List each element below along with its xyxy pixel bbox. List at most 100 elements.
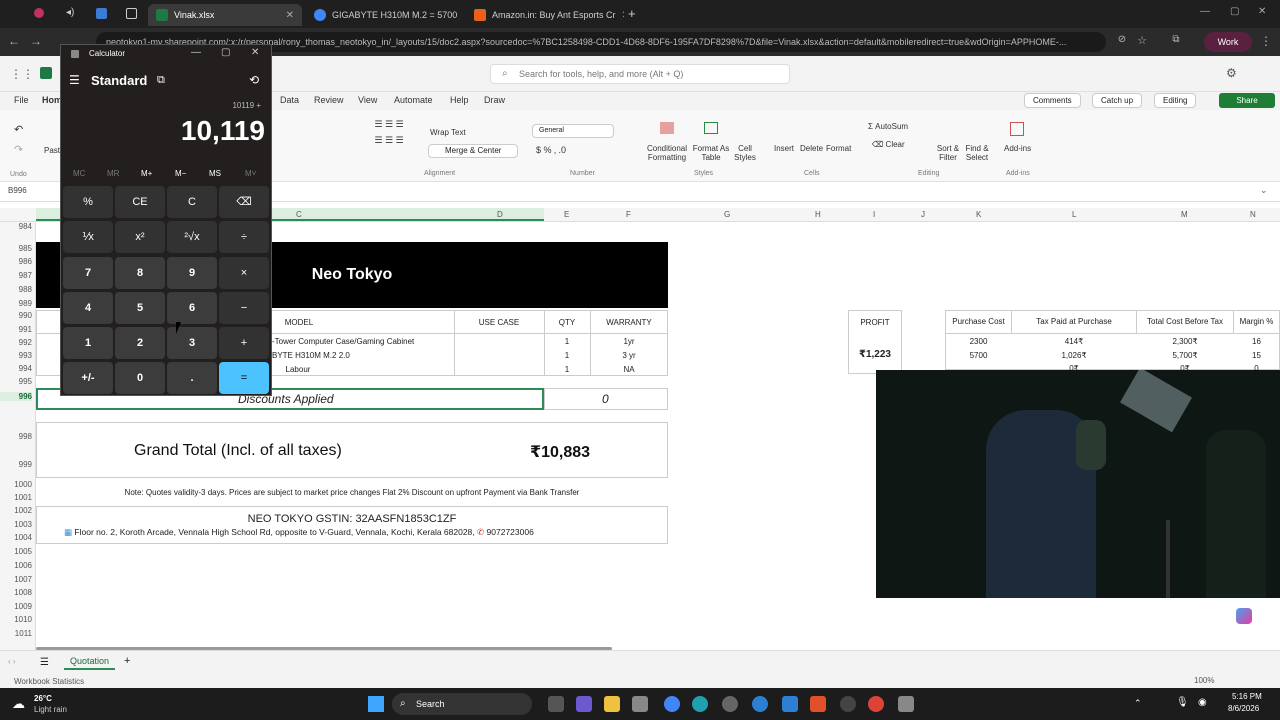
- col-header[interactable]: G: [724, 210, 730, 219]
- col-header[interactable]: E: [564, 210, 569, 219]
- row-header[interactable]: 984: [0, 222, 32, 231]
- tab-gigabyte[interactable]: GIGABYTE H310M M.2 = 5700 ✕: [306, 4, 460, 26]
- row-header-selected[interactable]: 996: [0, 392, 32, 401]
- number-format-icons[interactable]: $ % ‚ .0: [536, 146, 566, 155]
- digit-4-button[interactable]: 4: [63, 292, 113, 324]
- row-header[interactable]: 1002: [0, 506, 32, 515]
- insert-cells-button[interactable]: Insert: [774, 144, 794, 153]
- decimal-button[interactable]: .: [167, 362, 217, 394]
- profile-work-button[interactable]: Work: [1204, 32, 1252, 52]
- cell-styles-button[interactable]: Cell Styles: [734, 144, 756, 162]
- maximize-icon[interactable]: ▢: [221, 47, 230, 58]
- sheet-nav-icon[interactable]: ‹ ›: [8, 657, 16, 666]
- search-input[interactable]: Search for tools, help, and more (Alt + …: [490, 64, 790, 84]
- col-header[interactable]: I: [873, 210, 875, 219]
- tab-file[interactable]: File: [14, 95, 29, 105]
- tab-page-icon[interactable]: [126, 8, 137, 19]
- clock-date[interactable]: 8/6/2026: [1228, 704, 1259, 713]
- tab-view[interactable]: View: [358, 95, 377, 105]
- add-sheet-button[interactable]: +: [124, 655, 130, 667]
- minimize-icon[interactable]: —: [1200, 6, 1210, 17]
- align-icons-row2[interactable]: ☰ ☰ ☰: [362, 136, 416, 145]
- mic-icon[interactable]: 🎙: [1176, 697, 1189, 708]
- horizontal-scrollbar[interactable]: [36, 647, 612, 650]
- format-as-table-button[interactable]: Format As Table: [692, 144, 730, 162]
- tab-amazon[interactable]: Amazon.in: Buy Ant Esports Cr ✕: [466, 4, 624, 26]
- row-header[interactable]: 1004: [0, 533, 32, 542]
- extensions-icon[interactable]: ⧉: [1168, 34, 1184, 45]
- row-header[interactable]: 1000: [0, 480, 32, 489]
- row-header[interactable]: 1008: [0, 588, 32, 597]
- autosum-button[interactable]: Σ AutoSum: [868, 122, 908, 131]
- row-header[interactable]: 987: [0, 271, 32, 280]
- merge-center-button[interactable]: Merge & Center: [428, 144, 519, 158]
- align-icons[interactable]: ☰ ☰ ☰: [362, 120, 416, 129]
- minimize-icon[interactable]: —: [191, 47, 201, 58]
- find-select-button[interactable]: Find & Select: [962, 144, 992, 162]
- col-header[interactable]: L: [1072, 210, 1076, 219]
- copilot-taskbar-icon[interactable]: [576, 696, 592, 712]
- audio-tab-icon[interactable]: ◂): [66, 7, 74, 18]
- col-header[interactable]: N: [1250, 210, 1256, 219]
- tab-automate[interactable]: Automate: [394, 95, 433, 105]
- weather-icon[interactable]: ☁: [12, 696, 25, 712]
- calculator-taskbar-icon[interactable]: [898, 696, 914, 712]
- col-header[interactable]: K: [976, 210, 981, 219]
- browser-menu-icon[interactable]: ⋮: [1258, 34, 1274, 48]
- history-icon[interactable]: ⟲: [249, 73, 259, 87]
- task-view-icon[interactable]: [548, 696, 564, 712]
- close-icon[interactable]: ✕: [251, 47, 259, 58]
- clear-entry-button[interactable]: CE: [115, 186, 165, 218]
- col-header[interactable]: M: [1181, 210, 1188, 219]
- row-header[interactable]: 999: [0, 460, 32, 469]
- new-tab-button[interactable]: +: [628, 6, 636, 21]
- add-button[interactable]: +: [219, 327, 269, 359]
- row-header[interactable]: 988: [0, 285, 32, 294]
- maximize-icon[interactable]: ▢: [1230, 6, 1239, 17]
- memory-subtract-button[interactable]: M−: [175, 169, 186, 178]
- app-launcher-icon[interactable]: ⋮⋮: [10, 67, 34, 81]
- back-icon[interactable]: ←: [6, 34, 22, 48]
- col-header[interactable]: F: [626, 210, 631, 219]
- row-header[interactable]: 1009: [0, 602, 32, 611]
- digit-0-button[interactable]: 0: [115, 362, 165, 394]
- negate-button[interactable]: +/-: [63, 362, 113, 394]
- conditional-formatting-button[interactable]: Conditional Formatting: [644, 144, 690, 162]
- defender-icon[interactable]: [782, 696, 798, 712]
- close-window-icon[interactable]: ✕: [1258, 6, 1266, 17]
- divide-button[interactable]: ÷: [219, 221, 269, 253]
- tracking-icon[interactable]: ⊘: [1114, 34, 1130, 45]
- memory-add-button[interactable]: M+: [141, 169, 152, 178]
- wrap-text-button[interactable]: Wrap Text: [430, 128, 466, 137]
- row-header[interactable]: 990: [0, 311, 32, 320]
- clear-button[interactable]: ⌫ Clear: [872, 140, 905, 149]
- square-button[interactable]: x²: [115, 221, 165, 253]
- sort-filter-button[interactable]: Sort & Filter: [934, 144, 962, 162]
- file-explorer-icon[interactable]: [604, 696, 620, 712]
- row-header[interactable]: 985: [0, 244, 32, 253]
- memory-recall-button[interactable]: MR: [107, 169, 119, 178]
- app-icon[interactable]: [752, 696, 768, 712]
- row-header[interactable]: 1003: [0, 520, 32, 529]
- chrome-taskbar-icon[interactable]: [664, 696, 680, 712]
- wifi-icon[interactable]: ◉: [1198, 697, 1207, 708]
- equals-button[interactable]: =: [219, 362, 269, 394]
- copilot-icon[interactable]: [1236, 608, 1252, 624]
- chrome-profile-icon[interactable]: [868, 696, 884, 712]
- editing-mode-button[interactable]: Editing: [1154, 93, 1197, 108]
- app-icon[interactable]: [840, 696, 856, 712]
- catchup-button[interactable]: Catch up: [1092, 93, 1143, 108]
- row-header[interactable]: 991: [0, 325, 32, 334]
- row-header[interactable]: 1007: [0, 575, 32, 584]
- delete-cells-button[interactable]: Delete: [800, 144, 823, 153]
- workbook-statistics[interactable]: Workbook Statistics: [14, 677, 84, 686]
- row-header[interactable]: 1001: [0, 493, 32, 502]
- memory-store-button[interactable]: MS: [209, 169, 221, 178]
- digit-3-button[interactable]: 3: [167, 327, 217, 359]
- tab-draw[interactable]: Draw: [484, 95, 505, 105]
- format-cells-button[interactable]: Format: [826, 144, 851, 153]
- percent-button[interactable]: %: [63, 186, 113, 218]
- tab-app-icon[interactable]: [96, 8, 107, 19]
- backspace-button[interactable]: ⌫: [219, 186, 269, 218]
- paste-button[interactable]: Past: [44, 146, 60, 155]
